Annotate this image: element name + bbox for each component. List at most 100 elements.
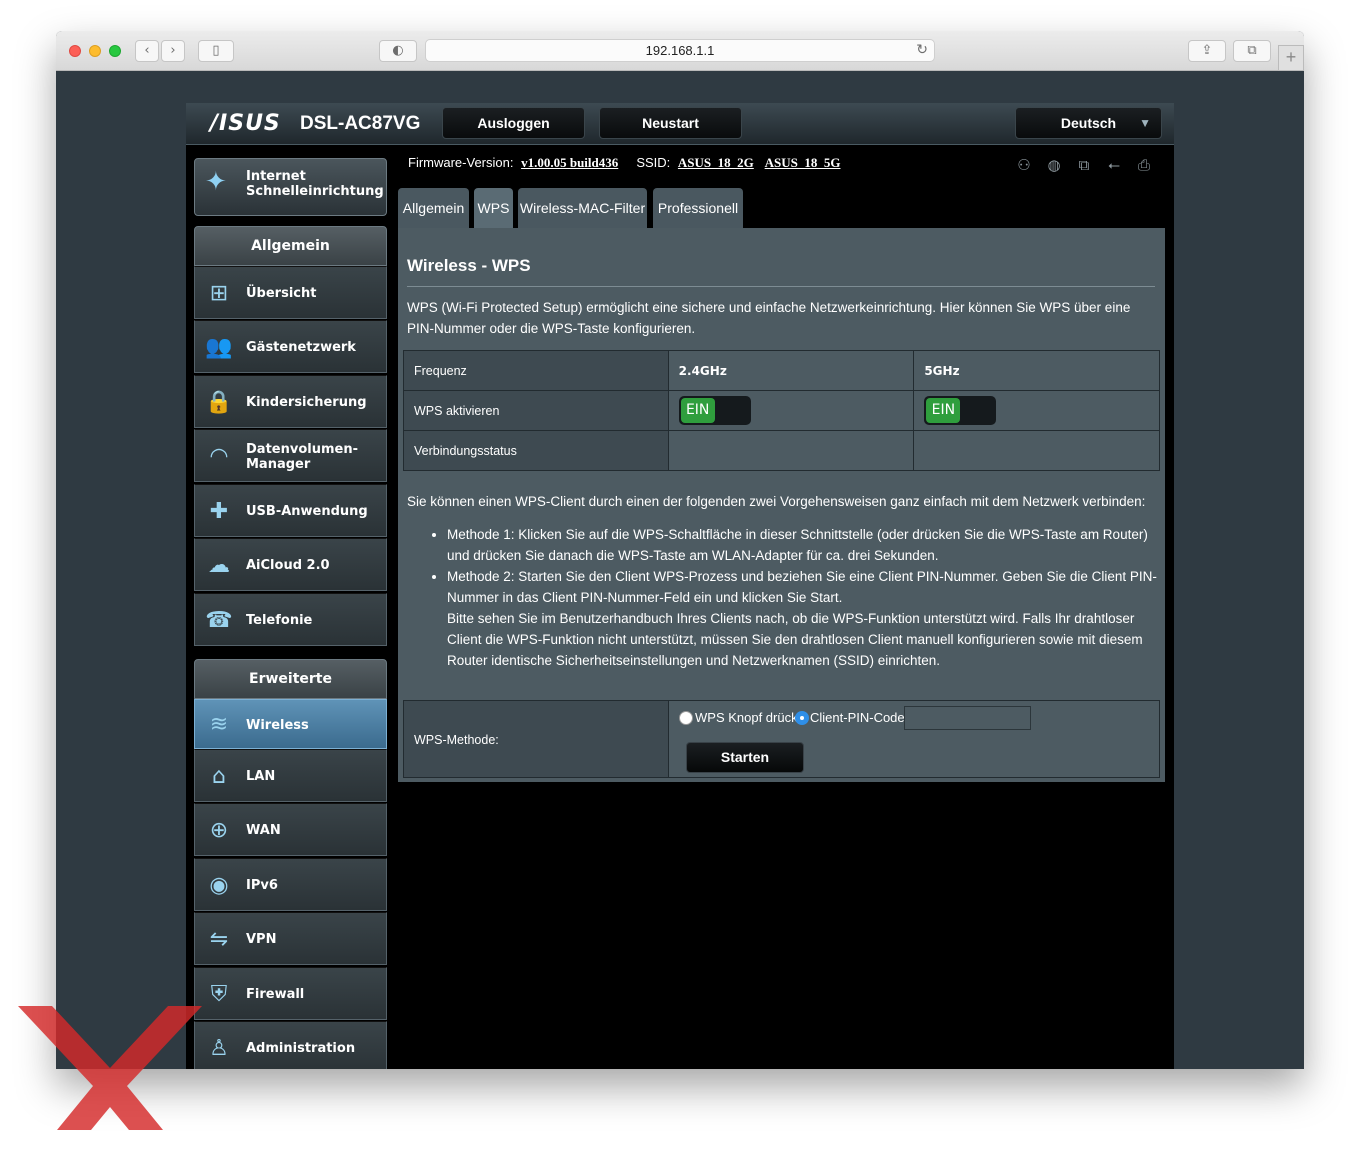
wps-enable-label: WPS aktivieren <box>403 390 669 431</box>
sidebar-item-firewall[interactable]: ⛨ Firewall <box>194 967 387 1020</box>
sidebar-item-usb-anwendung[interactable]: ✚ USB-Anwendung <box>194 484 387 537</box>
language-select[interactable]: Deutsch ▼ <box>1015 107 1162 139</box>
wps-5-toggle[interactable]: EIN <box>924 396 997 425</box>
lock-icon: 🔒 <box>205 390 233 415</box>
network-map-icon: ⊞ <box>209 281 229 306</box>
frequency-label: Frequenz <box>403 350 669 391</box>
sidebar-item-ipv6[interactable]: ◉ IPv6 <box>194 858 387 911</box>
sidebar-item-administration[interactable]: ♙ Administration <box>194 1021 387 1069</box>
sidebar-item-uebersicht[interactable]: ⊞ Übersicht <box>194 266 387 319</box>
instructions-intro: Sie können einen WPS-Client durch einen … <box>407 494 1146 509</box>
wps-method-label: WPS-Methode: <box>414 733 499 747</box>
logout-button[interactable]: Ausloggen <box>442 107 585 139</box>
frequency-5-header: 5GHz <box>913 350 1160 391</box>
sidebar-item-wan[interactable]: ⊕ WAN <box>194 803 387 856</box>
method-list: Methode 1: Klicken Sie auf die WPS-Schal… <box>447 524 1159 671</box>
table-row: Verbindungsstatus <box>403 430 1160 471</box>
sidebar-item-label: VPN <box>246 932 277 947</box>
general-menu-header: Allgemein <box>194 226 387 266</box>
connection-status-5 <box>913 430 1160 471</box>
firmware-label: Firmware-Version: <box>408 155 514 170</box>
sidebar-item-label: IPv6 <box>246 878 278 893</box>
shield-icon: ⛨ <box>210 982 228 1007</box>
content-panel: Wireless - WPS WPS (Wi-Fi Protected Setu… <box>398 228 1165 782</box>
sidebar-item-datenvolumen[interactable]: ◠ Datenvolumen- Manager <box>194 429 387 482</box>
sidebar-item-gaestenetzwerk[interactable]: 👥 Gästenetzwerk <box>194 320 387 373</box>
sidebar-toggle-icon[interactable]: ▯ <box>198 40 234 62</box>
ssid-label: SSID: <box>636 155 671 170</box>
page-title: Wireless - WPS <box>407 256 531 275</box>
connection-status-24 <box>667 430 915 471</box>
push-button-radio[interactable] <box>679 711 693 725</box>
puzzle-icon: ✚ <box>209 499 229 524</box>
client-pin-input[interactable] <box>904 706 1031 730</box>
sidebar-item-aicloud[interactable]: ☁ AiCloud 2.0 <box>194 538 387 591</box>
firmware-version-link[interactable]: v1.00.05 build436 <box>521 155 618 170</box>
internet-icon[interactable]: ◍ <box>1044 155 1064 175</box>
vpn-icon: ⇋ <box>209 927 229 952</box>
tab-allgemein[interactable]: Allgemein <box>398 188 469 228</box>
ssid-2g-link[interactable]: ASUS_18_2G <box>678 155 754 170</box>
wps-method-controls: WPS Knopf drück Client-PIN-Code Starten <box>668 701 1159 777</box>
reboot-button[interactable]: Neustart <box>599 107 742 139</box>
maximize-window-button[interactable] <box>109 45 121 57</box>
list-item: Methode 1: Klicken Sie auf die WPS-Schal… <box>447 524 1159 566</box>
reload-icon[interactable]: ↻ <box>916 40 928 61</box>
forward-button[interactable]: › <box>161 40 185 62</box>
sidebar-item-label: Übersicht <box>246 286 317 301</box>
table-row: Frequenz 2.4GHz 5GHz <box>403 350 1160 391</box>
new-tab-button[interactable]: + <box>1278 45 1304 71</box>
home-icon: ⌂ <box>212 764 226 789</box>
client-pin-radio[interactable] <box>795 711 809 725</box>
tabs-overview-icon[interactable]: ⧉ <box>1233 40 1271 62</box>
sidebar-item-telefonie[interactable]: ☎ Telefonie <box>194 593 387 646</box>
minimize-window-button[interactable] <box>89 45 101 57</box>
tab-professionell[interactable]: Professionell <box>653 188 743 228</box>
sidebar-item-kindersicherung[interactable]: 🔒 Kindersicherung <box>194 375 387 428</box>
wps-method-row: WPS-Methode: WPS Knopf drück Client-PIN-… <box>403 700 1160 778</box>
qis-label: Internet Schnelleinrichtung <box>246 169 384 199</box>
language-value: Deutsch <box>1060 115 1117 131</box>
wps-settings-table: Frequenz 2.4GHz 5GHz WPS aktivieren EIN … <box>403 350 1160 471</box>
start-button[interactable]: Starten <box>686 742 804 773</box>
sidebar-item-label: Wireless <box>246 717 309 733</box>
header-banner: /ISUS DSL-AC87VG Ausloggen Neustart Deut… <box>186 103 1174 145</box>
tab-mac-filter[interactable]: Wireless-MAC-Filter <box>518 188 647 228</box>
usb-icon[interactable]: ⭠ <box>1104 155 1124 175</box>
ssid-5g-link[interactable]: ASUS_18_5G <box>765 155 841 170</box>
info-bar: Firmware-Version: v1.00.05 build436 SSID… <box>408 155 840 171</box>
tab-wps[interactable]: WPS <box>474 188 513 228</box>
wps-5-cell: EIN <box>913 390 1160 431</box>
quick-internet-setup-button[interactable]: ✦ Internet Schnelleinrichtung <box>194 158 387 216</box>
method2-note: Bitte sehen Sie im Benutzerhandbuch Ihre… <box>447 611 1143 668</box>
close-window-button[interactable] <box>69 45 81 57</box>
sidebar-item-label: Datenvolumen- Manager <box>246 441 358 472</box>
printer-icon[interactable]: ⎙ <box>1134 155 1154 175</box>
wps-icon[interactable]: ⧉ <box>1074 155 1094 175</box>
guest-network-icon: 👥 <box>205 335 233 360</box>
phone-icon: ☎ <box>205 608 233 633</box>
sidebar-item-lan[interactable]: ⌂ LAN <box>194 749 387 802</box>
client-pin-radio-label[interactable]: Client-PIN-Code <box>810 710 905 725</box>
watermark-logo <box>18 1006 202 1130</box>
sidebar-item-label: WAN <box>246 823 281 838</box>
clients-icon[interactable]: ⚇ <box>1014 155 1034 175</box>
page-description: WPS (Wi-Fi Protected Setup) ermöglicht e… <box>407 300 1131 336</box>
wps-24-toggle[interactable]: EIN <box>678 396 751 425</box>
wps-24-cell: EIN <box>667 390 915 431</box>
asus-logo: /ISUS <box>210 111 281 136</box>
ipv6-icon: ◉ <box>209 873 229 898</box>
magic-wand-icon: ✦ <box>205 167 227 197</box>
address-bar[interactable]: 192.168.1.1 ↻ <box>425 39 935 62</box>
wifi-icon: ≋ <box>209 712 229 737</box>
tracking-protection-icon[interactable]: ◐ <box>379 40 417 62</box>
chevron-down-icon: ▼ <box>1139 116 1151 130</box>
sidebar-item-wireless[interactable]: ≋ Wireless <box>194 699 387 749</box>
sidebar-item-vpn[interactable]: ⇋ VPN <box>194 912 387 965</box>
model-name: DSL-AC87VG <box>300 113 421 134</box>
browser-toolbar: ‹ › ▯ ◐ 192.168.1.1 ↻ ⇪ ⧉ + <box>56 31 1304 71</box>
share-icon[interactable]: ⇪ <box>1188 40 1226 62</box>
back-button[interactable]: ‹ <box>135 40 159 62</box>
push-button-radio-label[interactable]: WPS Knopf drück <box>695 710 798 725</box>
connection-status-label: Verbindungsstatus <box>403 430 669 471</box>
